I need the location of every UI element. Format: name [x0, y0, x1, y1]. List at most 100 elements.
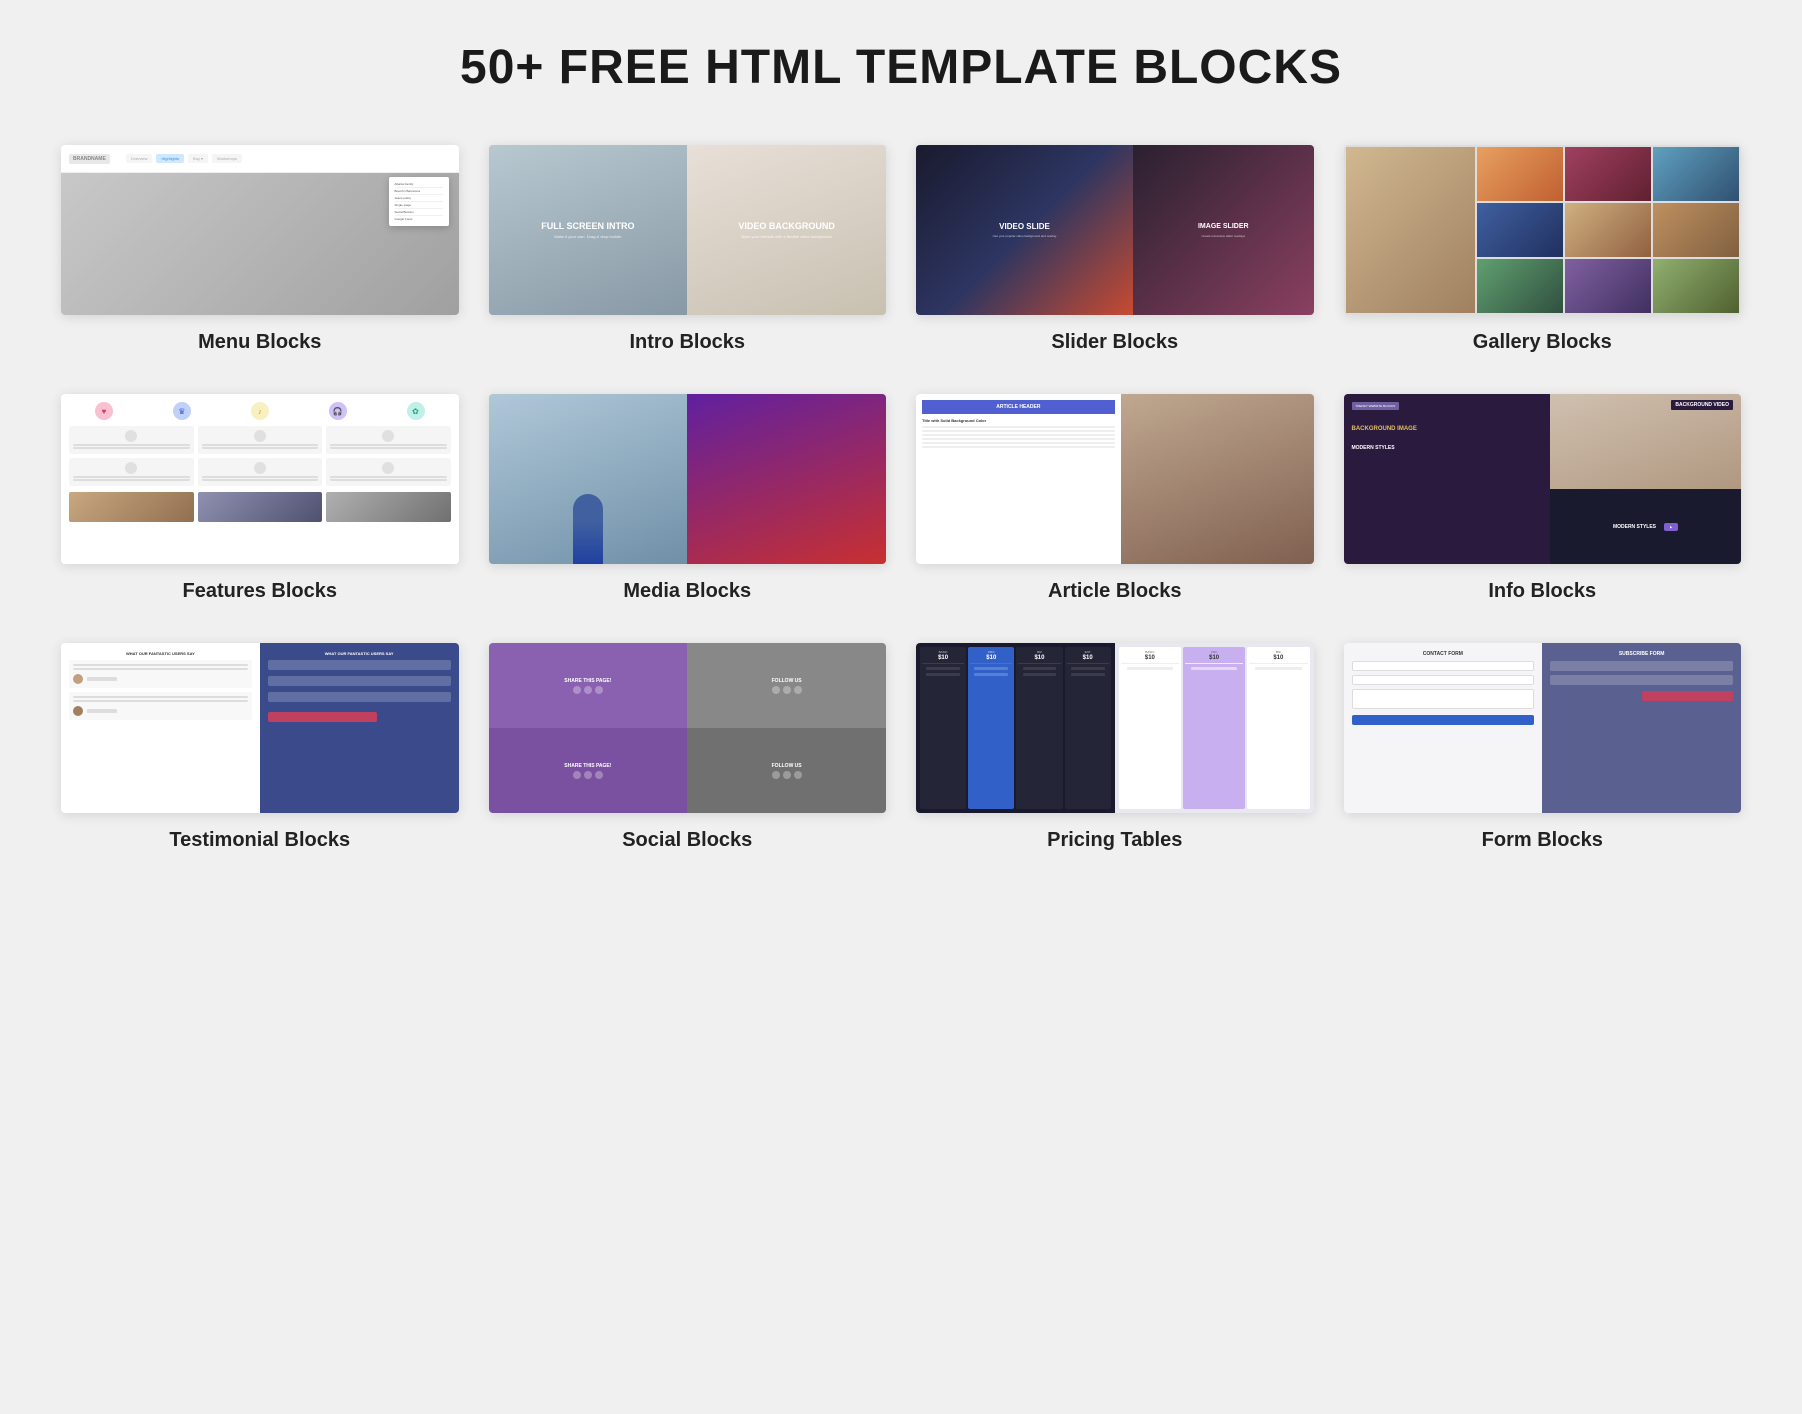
gallery-item-main — [1346, 147, 1475, 313]
share-icon-f2 — [573, 771, 581, 779]
block-item-form[interactable]: CONTACT FORM SUBSCRIBE FORM Form Blocks — [1344, 643, 1742, 852]
features-bottom-2 — [198, 492, 323, 522]
feature-icon-heart: ♥ — [95, 402, 113, 420]
tc-name-1 — [87, 677, 117, 681]
block-item-info[interactable]: TRENDY WEBSITE BLOCKS BACKGROUND IMAGE M… — [1344, 394, 1742, 603]
fc-line-5a — [202, 476, 319, 478]
media-right-panel — [687, 394, 886, 564]
article-right-panel — [1121, 394, 1314, 564]
blocks-grid: BRANDNAME Overview Highlights Buy ▾ Work… — [61, 145, 1741, 852]
info-btn[interactable]: ▶ — [1664, 523, 1678, 531]
fc-icon-3 — [382, 430, 394, 442]
follow-icon-1 — [772, 686, 780, 694]
testimonial-right-panel: WHAT OUR FANTASTIC USERS SAY — [260, 643, 459, 813]
dd-item-6: Google Fonts — [395, 216, 443, 222]
intro-left-panel: FULL SCREEN INTRO Make it your own. Drag… — [489, 145, 688, 315]
dd-item-3: Jeans policy — [395, 195, 443, 202]
share-icons-top — [573, 686, 603, 694]
form-input-2[interactable] — [1352, 675, 1535, 685]
fc-line-1a — [73, 444, 190, 446]
testimonial-left-panel: WHAT OUR FANTASTIC USERS SAY — [61, 643, 260, 813]
media-person-figure — [573, 494, 603, 564]
block-item-media[interactable]: Media Blocks — [489, 394, 887, 603]
features-bottom-3 — [326, 492, 451, 522]
block-item-pricing[interactable]: BASIC $10 PRO $10 BIZ $10 — [916, 643, 1314, 852]
fc-icon-2 — [254, 430, 266, 442]
fc-line-3b — [330, 447, 447, 449]
pc-title-4: ENT — [1085, 650, 1091, 654]
gallery-item-4 — [1565, 147, 1651, 201]
testimonial-blocks-label: Testimonial Blocks — [169, 829, 350, 852]
info-title-bg-image: BACKGROUND IMAGE — [1352, 426, 1543, 433]
gallery-blocks-label: Gallery Blocks — [1473, 331, 1612, 354]
dd-item-4: Single stage — [395, 202, 443, 209]
testimonial-input-2 — [268, 676, 451, 686]
share-icon-t2 — [584, 771, 592, 779]
pc-line-1 — [922, 663, 964, 664]
feature-icon-leaf: ✿ — [407, 402, 425, 420]
form-submit-btn[interactable] — [1352, 715, 1535, 725]
fc-line-2b — [202, 447, 319, 449]
fc-lines-3 — [330, 444, 447, 450]
features-card-grid — [69, 426, 451, 486]
tc-avatar-row-2 — [73, 706, 248, 716]
form-sub-input-1[interactable] — [1550, 661, 1733, 671]
pc2-line-2 — [1185, 663, 1243, 664]
fc-line-3a — [330, 444, 447, 446]
fc-lines-4 — [73, 476, 190, 482]
share-text-bottom: SHARE THIS PAGE! — [564, 763, 611, 769]
form-input-1[interactable] — [1352, 661, 1535, 671]
features-blocks-label: Features Blocks — [182, 580, 337, 603]
fc-lines-6 — [330, 476, 447, 482]
pc2-line-3 — [1249, 663, 1307, 664]
form-preview: CONTACT FORM SUBSCRIBE FORM — [1344, 643, 1742, 813]
price-col2-3: BIZ $10 — [1247, 647, 1309, 809]
social-share-top: SHARE THIS PAGE! — [489, 643, 688, 728]
slider-preview: VIDEO SLIDE Use your popular video backg… — [916, 145, 1314, 315]
gallery-item-9 — [1653, 259, 1739, 313]
intro-left-title: FULL SCREEN INTRO — [541, 221, 634, 232]
form-sub-input-2[interactable] — [1550, 675, 1733, 685]
slider-right-panel: IMAGE SLIDER Create immersive slider ove… — [1133, 145, 1313, 315]
block-item-testimonial[interactable]: WHAT OUR FANTASTIC USERS SAY — [61, 643, 459, 852]
feature-card-3 — [326, 426, 451, 454]
testimonial-card-1 — [69, 660, 252, 688]
form-sub-btn[interactable] — [1642, 691, 1733, 701]
block-item-social[interactable]: SHARE THIS PAGE! FOLLOW US — [489, 643, 887, 852]
pc2-price-1: $10 — [1145, 655, 1155, 661]
feature-icon-music: ♪ — [251, 402, 269, 420]
dd-item-5: Social Buttons — [395, 209, 443, 216]
follow-icon-2 — [783, 686, 791, 694]
feature-icon-crown: ♛ — [173, 402, 191, 420]
info-modern-label: MODERN STYLES — [1613, 524, 1656, 530]
block-item-slider[interactable]: VIDEO SLIDE Use your popular video backg… — [916, 145, 1314, 354]
testimonial-submit-btn[interactable] — [268, 712, 378, 722]
fc-line-4b — [73, 479, 190, 481]
form-input-3[interactable] — [1352, 689, 1535, 709]
share-icon-g2 — [595, 771, 603, 779]
price-col-2-featured: PRO $10 — [968, 647, 1014, 809]
form-dark-panel: SUBSCRIBE FORM — [1542, 643, 1741, 813]
gallery-item-8 — [1653, 203, 1739, 257]
pc-line-2 — [970, 663, 1012, 664]
tc-line-1b — [73, 668, 248, 670]
pc-feature-5 — [1023, 667, 1057, 670]
article-header-bar: ARTICLE HEADER — [922, 400, 1115, 414]
menu-hero-bg: Atlanta Family Board in Barcelona Jeans … — [61, 173, 459, 315]
pc-feature-4 — [974, 673, 1008, 676]
gallery-item-7 — [1653, 147, 1739, 201]
block-item-intro[interactable]: FULL SCREEN INTRO Make it your own. Drag… — [489, 145, 887, 354]
slider-blocks-label: Slider Blocks — [1051, 331, 1178, 354]
block-item-features[interactable]: ♥ ♛ ♪ 🎧 ✿ — [61, 394, 459, 603]
info-right-panel: BACKGROUND VIDEO MODERN STYLES ▶ — [1550, 394, 1741, 564]
block-item-gallery[interactable]: Gallery Blocks — [1344, 145, 1742, 354]
slider-right-sub: Create immersive slider overlays — [1202, 234, 1246, 238]
form-blocks-label: Form Blocks — [1482, 829, 1603, 852]
block-item-menu[interactable]: BRANDNAME Overview Highlights Buy ▾ Work… — [61, 145, 459, 354]
tc-line-1a — [73, 664, 248, 666]
pricing-preview: BASIC $10 PRO $10 BIZ $10 — [916, 643, 1314, 813]
pc2-price-3: $10 — [1273, 655, 1283, 661]
info-blocks-label: Info Blocks — [1488, 580, 1596, 603]
price-col-3: BIZ $10 — [1016, 647, 1062, 809]
block-item-article[interactable]: ARTICLE HEADER Title with Solid Backgrou… — [916, 394, 1314, 603]
